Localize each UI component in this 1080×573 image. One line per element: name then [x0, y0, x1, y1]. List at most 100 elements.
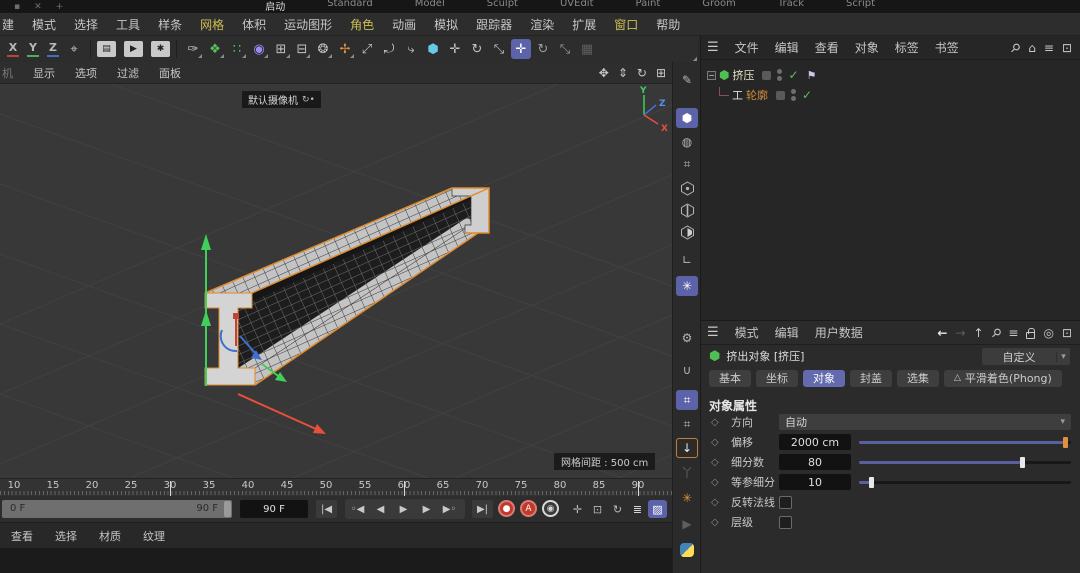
scale-band-button[interactable]: ⤡ — [555, 39, 575, 59]
subdivision-field[interactable]: 80 — [779, 454, 851, 470]
menu-om-edit[interactable]: 编辑 — [767, 39, 807, 56]
keyframe-selection-button[interactable]: ◉ — [542, 500, 559, 517]
undo-view-button[interactable]: ⤾ — [379, 39, 399, 59]
offset-slider[interactable] — [859, 434, 1071, 450]
workplane-lock-button[interactable]: ↓ — [676, 438, 698, 458]
symmetry-button[interactable]: ∷ — [227, 39, 247, 59]
param-diamond-icon[interactable]: ◇ — [711, 417, 719, 428]
make-editable-button[interactable]: ✎ — [676, 70, 698, 90]
menu-mat-material[interactable]: 材质 — [88, 528, 132, 544]
menu-volume[interactable]: 体积 — [233, 16, 275, 33]
up-icon[interactable]: ↑ — [974, 326, 984, 340]
object-name[interactable]: 挤压 — [732, 67, 754, 83]
coordinate-system-button[interactable]: ⌖ — [64, 39, 84, 59]
toggle-views-icon[interactable]: ⊞ — [656, 66, 666, 80]
param-diamond-icon[interactable]: ◇ — [711, 497, 719, 508]
goto-start-button[interactable]: |◀ — [316, 500, 337, 518]
prev-key-button[interactable]: ◦◀ — [347, 500, 368, 518]
preview-range-slider[interactable]: 0 F 90 F — [2, 500, 232, 518]
flip-normals-checkbox[interactable] — [779, 496, 792, 509]
menu-tracker[interactable]: 跟踪器 — [467, 16, 521, 33]
array-button[interactable]: ⊞ — [271, 39, 291, 59]
subdivide-button[interactable]: ❖ — [205, 39, 225, 59]
pin-icon[interactable]: + — [56, 2, 64, 12]
menu-am-edit[interactable]: 编辑 — [767, 324, 807, 341]
menu-am-mode[interactable]: 模式 — [727, 324, 767, 341]
iso-field[interactable]: 10 — [779, 474, 851, 490]
tab-selections[interactable]: 选集 — [897, 370, 939, 387]
slider-handle[interactable] — [1063, 437, 1068, 448]
filter-icon[interactable]: ≡ — [1044, 41, 1054, 55]
layer-color-chip[interactable] — [762, 71, 771, 80]
menu-cameras-partial[interactable]: 机 — [0, 65, 23, 81]
render-view-button[interactable]: ▤ — [97, 41, 116, 57]
move-tool-button[interactable]: ✛ — [445, 39, 465, 59]
lock-y-button[interactable]: Y — [24, 39, 42, 59]
snap-axis-button[interactable]: ✢ — [335, 39, 355, 59]
polygons-mode-button[interactable] — [676, 222, 698, 242]
tab-object[interactable]: 对象 — [803, 370, 845, 387]
menu-options[interactable]: 选项 — [65, 65, 107, 81]
back-icon[interactable]: ← — [937, 326, 947, 340]
tab-coord[interactable]: 坐标 — [756, 370, 798, 387]
param-diamond-icon[interactable]: ◇ — [711, 437, 719, 448]
layer-color-chip[interactable] — [776, 91, 785, 100]
scale-tool-button[interactable]: ⤡ — [489, 39, 509, 59]
lock-x-button[interactable]: X — [4, 39, 22, 59]
collapse-icon[interactable]: − — [707, 71, 716, 80]
object-row-extrude[interactable]: − ⬢ 挤压 ✓ ⚑ — [707, 66, 816, 84]
menu-om-object[interactable]: 对象 — [847, 39, 887, 56]
pan-view-icon[interactable]: ✥ — [599, 66, 609, 80]
menu-mat-texture[interactable]: 纹理 — [132, 528, 176, 544]
menu-render[interactable]: 渲染 — [521, 16, 563, 33]
hamburger-icon[interactable]: ☰ — [701, 40, 727, 55]
snap-button[interactable]: ∪ — [676, 360, 698, 380]
menu-simulate[interactable]: 模拟 — [425, 16, 467, 33]
menu-extensions[interactable]: 扩展 — [563, 16, 605, 33]
menu-am-userdata[interactable]: 用户数据 — [807, 324, 871, 341]
window-box-icon[interactable]: ▪ — [14, 2, 20, 12]
simplify-mode-button[interactable]: ⬢ — [423, 39, 443, 59]
offset-field[interactable]: 2000 cm — [779, 434, 851, 450]
iso-slider[interactable] — [859, 474, 1071, 490]
lock-z-button[interactable]: Z — [44, 39, 62, 59]
menu-mode[interactable]: 模式 — [23, 16, 65, 33]
menu-window[interactable]: 窗口 — [605, 16, 647, 33]
record-scale-button[interactable]: ⊡ — [588, 500, 607, 518]
zoom-in-button[interactable]: ⤢ — [357, 39, 377, 59]
enable-axis-button[interactable]: ✳ — [676, 276, 698, 296]
visibility-toggles[interactable] — [791, 89, 796, 101]
param-diamond-icon[interactable]: ◇ — [711, 457, 719, 468]
search-icon[interactable]: ⚲ — [988, 324, 1004, 340]
param-diamond-icon[interactable]: ◇ — [711, 517, 719, 528]
menu-om-view[interactable]: 查看 — [807, 39, 847, 56]
redo-view-button[interactable]: ⤷ — [401, 39, 421, 59]
slider-handle[interactable] — [869, 477, 874, 488]
dolly-view-icon[interactable]: ⇕ — [618, 66, 628, 80]
render-settings-button[interactable]: ✱ — [151, 41, 170, 57]
hierarchy-checkbox[interactable] — [779, 516, 792, 529]
enabled-check-icon[interactable]: ✓ — [788, 68, 798, 82]
tab-caps[interactable]: 封盖 — [850, 370, 892, 387]
record-layers-button[interactable]: ≣ — [628, 500, 647, 518]
menu-om-file[interactable]: 文件 — [727, 39, 767, 56]
record-position-button[interactable]: ✛ — [568, 500, 587, 518]
subdivision-slider[interactable] — [859, 454, 1071, 470]
param-diamond-icon[interactable]: ◇ — [711, 477, 719, 488]
current-frame-field[interactable]: 90 F — [240, 500, 308, 518]
tab-basic[interactable]: 基本 — [709, 370, 751, 387]
menu-mat-view[interactable]: 查看 — [0, 528, 44, 544]
menu-character[interactable]: 角色 — [341, 16, 383, 33]
phong-tag-icon[interactable]: ⚑ — [807, 69, 817, 82]
popout-icon[interactable]: ⊡ — [1062, 41, 1072, 55]
play-button[interactable]: ▶ — [393, 500, 414, 518]
popout-icon[interactable]: ⊡ — [1062, 326, 1072, 340]
menu-mesh[interactable]: 网格 — [191, 16, 233, 33]
slider-handle[interactable] — [1020, 457, 1025, 468]
python-button[interactable] — [676, 540, 698, 560]
lock-icon[interactable] — [1026, 332, 1035, 339]
direction-dropdown[interactable]: 自动 ▾ — [779, 414, 1071, 430]
menu-filter[interactable]: 过滤 — [107, 65, 149, 81]
extrude-object-icon[interactable]: ⬢ — [719, 68, 729, 82]
menu-select[interactable]: 选择 — [65, 16, 107, 33]
